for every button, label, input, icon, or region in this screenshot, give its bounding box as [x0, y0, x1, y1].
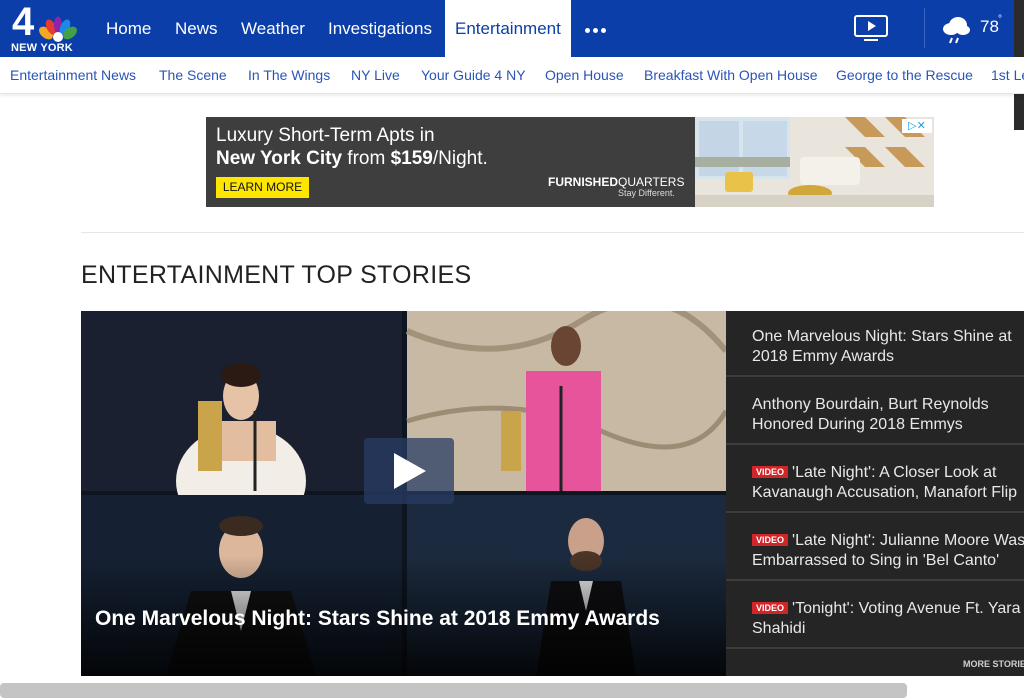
subnav-the-scene[interactable]: The Scene [159, 57, 227, 93]
story-headline[interactable]: VIDEO 'Late Night': A Closer Look at Kava… [752, 463, 1024, 503]
advertisement-banner[interactable]: Luxury Short-Term Apts in New York City … [206, 117, 934, 207]
nav-divider [924, 8, 925, 48]
ad-per-night: /Night. [432, 148, 488, 169]
peacock-icon [39, 16, 77, 42]
story-headline[interactable]: Anthony Bourdain, Burt Reynolds Honored … [752, 395, 1024, 435]
ad-learn-more-button[interactable]: LEARN MORE [216, 177, 309, 198]
video-badge: VIDEO [752, 602, 789, 614]
story-item[interactable]: VIDEO 'Late Night': A Closer Look at Kava… [726, 447, 1024, 513]
top-stories-list: One Marvelous Night: Stars Shine at 2018… [726, 311, 1024, 676]
horizontal-scrollbar[interactable] [0, 683, 907, 698]
section-title: ENTERTAINMENT TOP STORIES [81, 261, 472, 289]
nav-news[interactable]: News [175, 0, 218, 57]
story-line-2: 2018 Emmy Awards [752, 348, 894, 365]
nav-entertainment[interactable]: Entertainment [445, 0, 571, 57]
section-divider [81, 232, 1024, 233]
nav-investigations[interactable]: Investigations [328, 0, 432, 57]
tv-play-icon[interactable] [853, 14, 889, 42]
nav-home[interactable]: Home [106, 0, 151, 57]
video-badge: VIDEO [752, 534, 789, 546]
subnav-first-look[interactable]: 1st Le [991, 57, 1024, 93]
story-item[interactable]: One Marvelous Night: Stars Shine at 2018… [726, 311, 1024, 377]
hero-video-card[interactable]: One Marvelous Night: Stars Shine at 2018… [81, 311, 726, 676]
story-line-1: One Marvelous Night: Stars Shine at [752, 328, 1012, 345]
more-dots-icon[interactable] [584, 20, 612, 38]
rain-cloud-icon[interactable] [940, 14, 972, 46]
sub-navigation-bar: Entertainment News The Scene In The Wing… [0, 57, 1024, 94]
weather-temperature[interactable]: 78 [980, 17, 999, 37]
ad-brand-logo: FURNISHEDQUARTERS [548, 175, 684, 189]
story-item[interactable]: VIDEO 'Late Night': Julianne Moore Was Em… [726, 515, 1024, 581]
story-item[interactable]: Anthony Bourdain, Burt Reynolds Honored … [726, 379, 1024, 445]
hero-caption[interactable]: One Marvelous Night: Stars Shine at 2018… [95, 607, 660, 631]
subnav-in-the-wings[interactable]: In The Wings [248, 57, 330, 93]
nbc4-logo[interactable]: 4 NEW YORK [8, 0, 82, 54]
story-line-1: Anthony Bourdain, Burt Reynolds [752, 396, 989, 413]
subnav-ny-live[interactable]: NY Live [351, 57, 400, 93]
story-line-1: 'Tonight': Voting Avenue Ft. Yara [792, 600, 1021, 617]
story-headline[interactable]: One Marvelous Night: Stars Shine at 2018… [752, 327, 1024, 367]
story-headline[interactable]: VIDEO 'Tonight': Voting Avenue Ft. Yara S… [752, 599, 1024, 639]
ad-from: from [342, 148, 391, 169]
subnav-george-to-the-rescue[interactable]: George to the Rescue [836, 57, 973, 93]
subnav-open-house[interactable]: Open House [545, 57, 624, 93]
story-line-2: Shahidi [752, 620, 806, 637]
ad-apartment-photo [695, 117, 934, 207]
logo-channel-number: 4 [12, 0, 35, 44]
video-badge: VIDEO [752, 466, 789, 478]
ad-offer: New York City from $159/Night. [216, 148, 488, 170]
story-headline[interactable]: VIDEO 'Late Night': Julianne Moore Was Em… [752, 531, 1024, 571]
top-navigation-bar: 4 NEW YORK Home News Weather Investigati… [0, 0, 1024, 57]
story-line-2: Kavanaugh Accusation, Manafort Flip [752, 484, 1018, 501]
story-item[interactable]: VIDEO 'Tonight': Voting Avenue Ft. Yara S… [726, 583, 1024, 649]
nav-weather[interactable]: Weather [241, 0, 305, 57]
ad-tagline: Stay Different. [618, 188, 675, 198]
ad-price: $159 [390, 148, 433, 169]
subnav-entertainment-news[interactable]: Entertainment News [10, 57, 136, 93]
ad-choices-close-icon[interactable]: ▷✕ [902, 119, 932, 133]
more-stories-link[interactable]: MORE STORIES [963, 659, 1024, 669]
subnav-your-guide-4-ny[interactable]: Your Guide 4 NY [421, 57, 526, 93]
ad-brand-thin: QUARTERS [618, 175, 685, 189]
ad-headline: Luxury Short-Term Apts in [216, 125, 435, 146]
play-icon[interactable] [364, 438, 454, 504]
subnav-breakfast-with-open-house[interactable]: Breakfast With Open House [644, 57, 818, 93]
story-line-2: Embarrassed to Sing in 'Bel Canto' [752, 552, 1000, 569]
logo-city: NEW YORK [11, 42, 73, 54]
story-line-1: 'Late Night': A Closer Look at [792, 464, 997, 481]
weather-degree-symbol: ° [998, 14, 1002, 25]
story-line-1: 'Late Night': Julianne Moore Was [792, 532, 1024, 549]
story-line-2: Honored During 2018 Emmys [752, 416, 963, 433]
ad-brand-bold: FURNISHED [548, 175, 619, 189]
ad-city: New York City [216, 148, 343, 169]
